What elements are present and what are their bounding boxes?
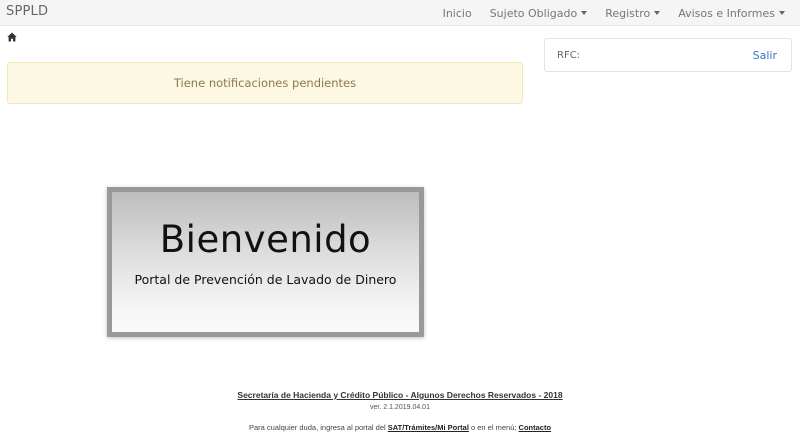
welcome-title: Bienvenido xyxy=(159,218,372,261)
contacto-link[interactable]: Contacto xyxy=(519,423,552,432)
footer-help: Para cualquier duda, ingresa al portal d… xyxy=(0,423,800,432)
rfc-panel: RFC: Salir xyxy=(544,38,792,72)
alert-message: Tiene notificaciones pendientes xyxy=(173,76,357,90)
nav-item-sujeto-obligado[interactable]: Sujeto Obligado xyxy=(481,7,597,20)
rfc-label: RFC: xyxy=(557,50,581,61)
caret-down-icon xyxy=(654,11,661,15)
welcome-banner: Bienvenido Portal de Prevención de Lavad… xyxy=(107,187,424,337)
logout-link[interactable]: Salir xyxy=(753,49,777,62)
welcome-banner-background xyxy=(112,192,419,332)
help-middle: o en el menú; xyxy=(468,423,519,432)
footer-copyright: Secretaría de Hacienda y Crédito Público… xyxy=(0,390,800,400)
nav-item-inicio[interactable]: Inicio xyxy=(434,7,481,20)
nav-item-registro[interactable]: Registro xyxy=(596,7,669,20)
welcome-subtitle: Portal de Prevención de Lavado de Dinero xyxy=(134,272,397,287)
nav-item-label: Inicio xyxy=(442,6,472,20)
nav-item-label: Registro xyxy=(605,6,651,20)
brand-logo[interactable]: SPPLD xyxy=(6,4,48,19)
caret-down-icon xyxy=(581,11,588,15)
caret-down-icon xyxy=(779,11,785,15)
top-navbar: SPPLD Inicio Sujeto Obligado Registro Av… xyxy=(0,0,800,26)
nav-menu: Inicio Sujeto Obligado Registro Avisos e… xyxy=(434,0,794,26)
mi-portal-link[interactable]: SAT/Trámites/Mi Portal xyxy=(388,423,469,432)
footer-version: ver. 2.1.2019.04.01 xyxy=(370,404,430,411)
home-icon[interactable] xyxy=(7,32,17,42)
nav-item-avisos-informes[interactable]: Avisos e Informes xyxy=(669,7,794,20)
help-prefix: Para cualquier duda, ingresa al portal d… xyxy=(248,423,388,432)
nav-item-label: Sujeto Obligado xyxy=(489,6,578,20)
notification-alert: Tiene notificaciones pendientes xyxy=(7,62,523,104)
copyright-link[interactable]: Secretaría de Hacienda y Crédito Público… xyxy=(237,390,562,400)
nav-item-label: Avisos e Informes xyxy=(678,6,775,20)
